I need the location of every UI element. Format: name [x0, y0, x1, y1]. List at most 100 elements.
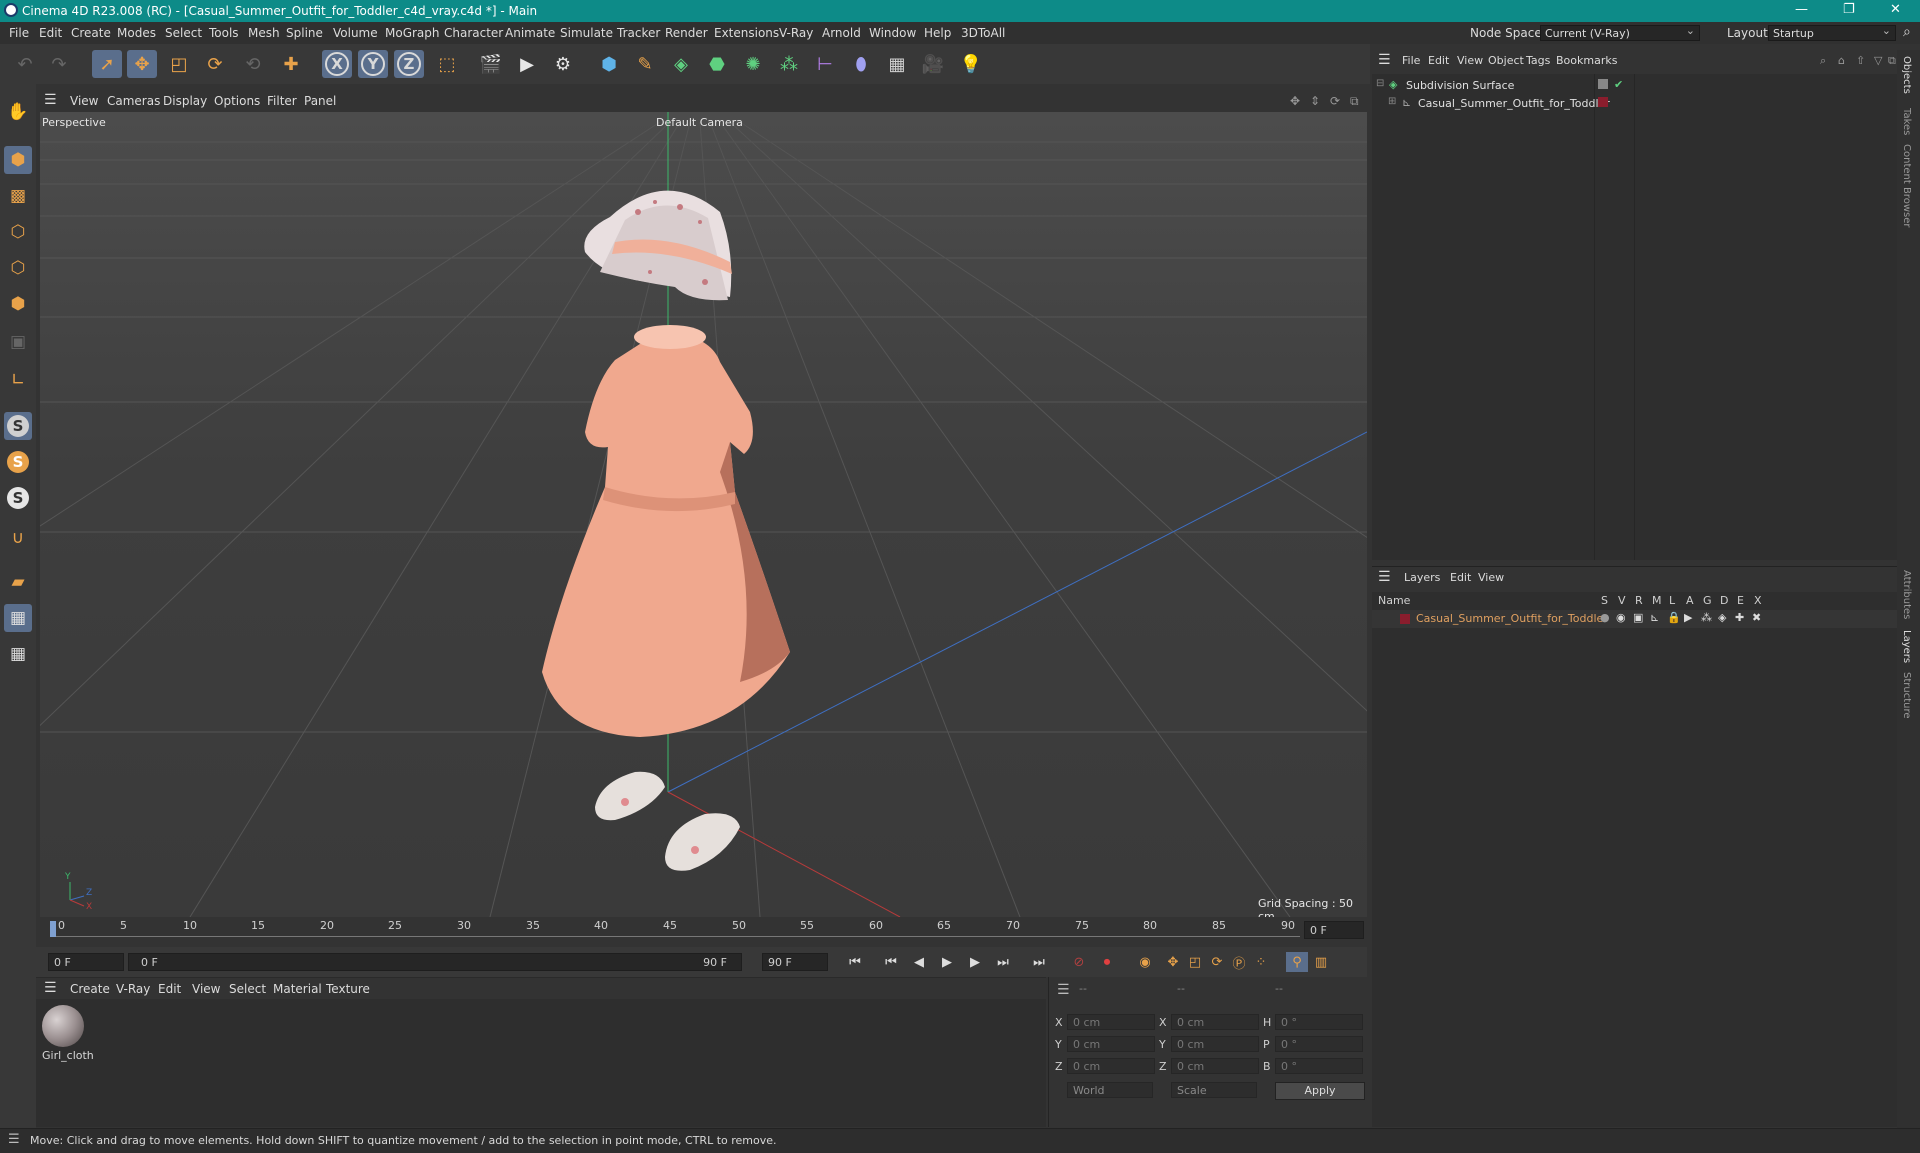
extrude-icon[interactable]: ⬣: [702, 50, 732, 78]
layer-xref-icon[interactable]: ✖: [1752, 611, 1761, 624]
rotation-h-field[interactable]: 0 °: [1275, 1014, 1363, 1030]
magnet-icon[interactable]: ∪: [4, 524, 32, 552]
status-hamburger-icon[interactable]: ☰: [8, 1132, 20, 1147]
viewport-menu-view[interactable]: View: [70, 94, 98, 108]
z-axis-icon[interactable]: Z: [394, 50, 424, 78]
rotate-icon[interactable]: ⟳: [200, 50, 230, 78]
rotation-p-field[interactable]: 0 °: [1275, 1036, 1363, 1052]
layers-menu-view[interactable]: View: [1478, 571, 1504, 584]
solo-hierarchy-icon[interactable]: S: [4, 484, 32, 512]
move-icon[interactable]: ✥: [127, 50, 157, 78]
menu-mesh[interactable]: Mesh: [248, 26, 280, 40]
y-axis-icon[interactable]: Y: [358, 50, 388, 78]
start-frame-field[interactable]: 0 F: [48, 953, 124, 971]
menu-spline[interactable]: Spline: [286, 26, 323, 40]
frame-range-slider[interactable]: 0 F 90 F: [128, 953, 742, 971]
subdivision-icon[interactable]: ◈: [666, 50, 696, 78]
material-menu-material[interactable]: Material: [273, 982, 322, 996]
recent-tool-icon[interactable]: ⟲: [238, 50, 268, 78]
key-position-icon[interactable]: ✥: [1162, 952, 1184, 972]
viewport-rotate-icon[interactable]: ⟳: [1330, 94, 1340, 108]
viewport-menu-panel[interactable]: Panel: [304, 94, 336, 108]
menu-tools[interactable]: Tools: [209, 26, 239, 40]
layout-select[interactable]: Startup: [1768, 23, 1896, 41]
solo-icon[interactable]: S: [4, 448, 32, 476]
coordinate-space-select[interactable]: World: [1067, 1082, 1153, 1098]
go-to-start-icon[interactable]: ⏮: [844, 952, 866, 972]
select-icon[interactable]: ➚: [92, 50, 122, 78]
tab-content-browser[interactable]: Content Browser: [1901, 144, 1912, 227]
layer-render-icon[interactable]: ▣: [1633, 611, 1643, 624]
object-up-icon[interactable]: ⇧: [1856, 54, 1865, 67]
object-name[interactable]: Subdivision Surface: [1406, 79, 1514, 92]
layer-row[interactable]: Casual_Summer_Outfit_for_Toddler ● ◉ ▣ ⊾…: [1372, 610, 1897, 628]
object-hamburger-icon[interactable]: ☰: [1378, 52, 1391, 68]
viewport-move-icon[interactable]: ✥: [1290, 94, 1300, 108]
grid-lock-icon[interactable]: ▦: [4, 640, 32, 668]
object-menu-view[interactable]: View: [1457, 54, 1483, 67]
menu-animate[interactable]: Animate: [505, 26, 555, 40]
layers-menu-edit[interactable]: Edit: [1450, 571, 1471, 584]
menu-window[interactable]: Window: [869, 26, 916, 40]
viewport-zoom-icon[interactable]: ⇕: [1310, 94, 1320, 108]
restore-button[interactable]: ❐: [1843, 2, 1855, 17]
object-filter-icon[interactable]: ▽: [1874, 54, 1882, 67]
render-picture-icon[interactable]: ▶: [512, 50, 542, 78]
key-parameter-icon[interactable]: Ⓟ: [1228, 952, 1250, 972]
object-menu-bookmarks[interactable]: Bookmarks: [1556, 54, 1617, 67]
object-menu-edit[interactable]: Edit: [1428, 54, 1449, 67]
menu-help[interactable]: Help: [924, 26, 951, 40]
object-row[interactable]: ⊞ ⊾ Casual_Summer_Outfit_for_Toddler: [1372, 96, 1897, 112]
undo-icon[interactable]: ↶: [10, 50, 40, 78]
render-settings-icon[interactable]: ⚙: [548, 50, 578, 78]
menu-render[interactable]: Render: [665, 26, 708, 40]
node-space-select[interactable]: Current (V-Ray): [1540, 23, 1700, 41]
layer-expressions-icon[interactable]: ✚: [1735, 611, 1744, 624]
material-hamburger-icon[interactable]: ☰: [44, 980, 57, 996]
playhead[interactable]: [50, 921, 56, 937]
expand-icon[interactable]: ⊞: [1388, 96, 1396, 107]
object-home-icon[interactable]: ⌂: [1838, 54, 1845, 67]
layer-tag-icon[interactable]: [1598, 79, 1608, 89]
scale-icon[interactable]: ◰: [164, 50, 194, 78]
redo-icon[interactable]: ↷: [44, 50, 74, 78]
polygons-mode-icon[interactable]: ⬢: [4, 290, 32, 318]
layer-lock-icon[interactable]: 🔒: [1667, 611, 1681, 624]
expand-icon[interactable]: ⊟: [1376, 78, 1384, 89]
end-frame-field[interactable]: 90 F: [762, 953, 828, 971]
key-pla-icon[interactable]: ⁘: [1250, 952, 1272, 972]
material-menu-create[interactable]: Create: [70, 982, 110, 996]
motion-capture-icon[interactable]: ⚲: [1286, 952, 1308, 972]
menu-file[interactable]: File: [9, 26, 29, 40]
viewport-menu-display[interactable]: Display: [163, 94, 207, 108]
pen-icon[interactable]: ✎: [630, 50, 660, 78]
go-to-end-icon[interactable]: ⏭: [1028, 952, 1050, 972]
tab-attributes[interactable]: Attributes: [1901, 570, 1912, 619]
layer-manager-icon[interactable]: ⊾: [1650, 611, 1659, 624]
enabled-check-icon[interactable]: ✔: [1614, 78, 1623, 91]
menu-arnold[interactable]: Arnold: [822, 26, 861, 40]
deformer-icon[interactable]: ⊢: [810, 50, 840, 78]
light-icon[interactable]: 💡: [956, 50, 986, 78]
axis-mode-icon[interactable]: ∟: [4, 366, 32, 394]
make-editable-icon[interactable]: ✋: [4, 98, 32, 126]
material-menu-vray[interactable]: V-Ray: [116, 982, 150, 996]
object-new-window-icon[interactable]: ⧉: [1888, 54, 1896, 68]
layer-color-swatch[interactable]: [1400, 614, 1410, 624]
minimize-button[interactable]: —: [1795, 2, 1808, 17]
menu-tracker[interactable]: Tracker: [617, 26, 660, 40]
viewport-3d[interactable]: Perspective Default Camera Grid Spacing …: [40, 112, 1367, 917]
x-axis-icon[interactable]: X: [322, 50, 352, 78]
autokey-icon[interactable]: ⏺: [1096, 952, 1118, 972]
coordinates-hamburger-icon[interactable]: ☰: [1057, 982, 1070, 998]
tab-structure[interactable]: Structure: [1901, 672, 1912, 719]
menu-edit[interactable]: Edit: [39, 26, 62, 40]
size-y-field[interactable]: 0 cm: [1171, 1036, 1259, 1052]
tab-objects[interactable]: Objects: [1901, 56, 1912, 94]
workplane-icon[interactable]: ▰: [4, 568, 32, 596]
viewport-menu-filter[interactable]: Filter: [267, 94, 297, 108]
layer-color-swatch[interactable]: [1598, 97, 1608, 107]
menu-vray[interactable]: V-Ray: [779, 26, 813, 40]
key-rotation-icon[interactable]: ⟳: [1206, 952, 1228, 972]
layers-hamburger-icon[interactable]: ☰: [1378, 569, 1391, 585]
